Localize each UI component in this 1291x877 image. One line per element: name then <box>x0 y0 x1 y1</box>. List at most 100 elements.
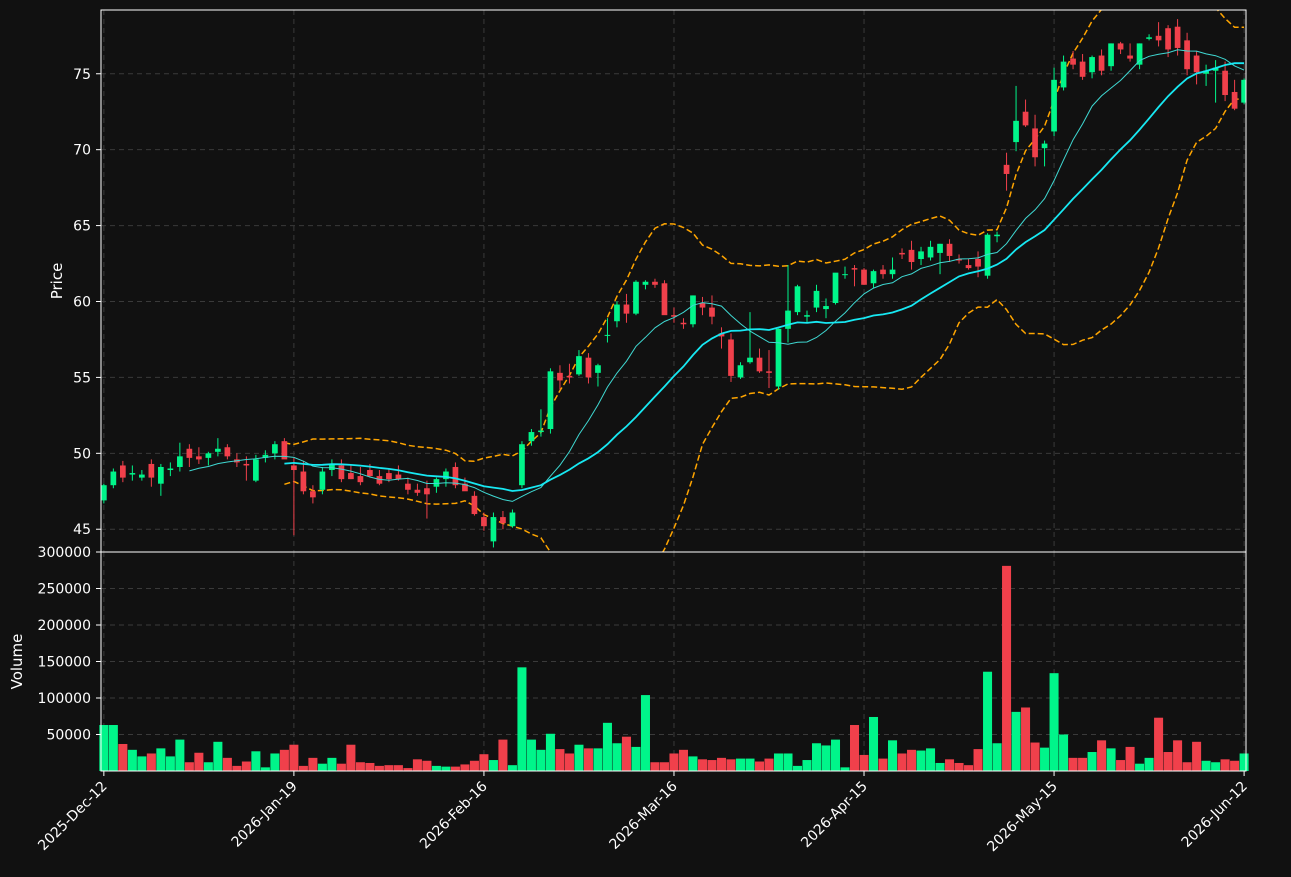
candle-body <box>1136 43 1143 65</box>
candle-body <box>110 471 117 486</box>
chart: 45 50 55 60 65 70 75 50000 100000 150000 200000 250… <box>0 0 1291 873</box>
volume-bar <box>184 762 194 771</box>
volume-bar <box>137 756 147 771</box>
volume-bar <box>821 745 831 771</box>
candle-body <box>1231 91 1238 109</box>
volume-bar <box>707 760 717 771</box>
candle-body <box>927 246 934 258</box>
volume-bar <box>374 765 384 771</box>
volume-bar <box>469 760 479 771</box>
volume-bar <box>346 744 356 771</box>
volume-bar <box>764 758 774 771</box>
volume-bar <box>441 766 451 771</box>
volume-bar <box>593 748 603 771</box>
candle-body <box>519 444 525 486</box>
volume-bar <box>1182 762 1192 771</box>
candle-body <box>196 456 202 460</box>
candle-body <box>186 448 193 458</box>
volume-bar <box>907 749 917 771</box>
candle-body <box>813 290 820 308</box>
candle-body <box>775 328 782 387</box>
candle-body <box>1155 35 1162 41</box>
volume-bar <box>1078 757 1088 771</box>
volume-bar <box>773 753 784 771</box>
candle-body <box>937 243 943 253</box>
volume-bar <box>1087 752 1097 771</box>
candle-body <box>471 495 478 515</box>
volume-axis-title: Volume <box>8 634 26 690</box>
volume-bar <box>431 765 441 771</box>
volume-bar <box>1106 748 1116 771</box>
candle-body <box>908 249 915 263</box>
candle-body <box>823 306 829 310</box>
candle-body <box>756 357 763 372</box>
volume-bar <box>859 754 869 771</box>
candle-body <box>272 444 278 454</box>
volume-bar <box>165 756 175 771</box>
volume-bar <box>327 757 337 771</box>
candle-body <box>1003 164 1010 174</box>
candle-body <box>300 471 307 492</box>
volume-bar <box>555 749 565 771</box>
candle-body <box>965 265 972 269</box>
candle-body <box>1193 55 1200 73</box>
volume-bar <box>127 749 137 771</box>
volume-bar <box>1239 753 1249 771</box>
candle-body <box>177 456 183 467</box>
volume-bar <box>241 761 251 771</box>
candle-body <box>699 303 706 308</box>
volume-bar <box>146 753 156 771</box>
candle-body <box>253 459 259 481</box>
volume-bar <box>317 763 327 771</box>
candle-body <box>481 517 487 527</box>
candle-body <box>709 307 715 317</box>
candle-body <box>633 281 639 314</box>
candle-body <box>975 258 981 267</box>
candle-body <box>747 357 753 363</box>
volume-bar <box>926 748 936 771</box>
candle-body <box>1146 37 1152 39</box>
volume-bar <box>802 760 812 771</box>
volume-bar <box>1220 759 1230 771</box>
volume-bar <box>118 743 128 771</box>
candle-body <box>500 517 506 524</box>
volume-bar <box>422 760 432 771</box>
candle-body <box>737 365 744 378</box>
candle-body <box>357 476 364 483</box>
candle-body <box>766 371 772 373</box>
volume-tick-label: 100000 <box>38 691 91 707</box>
volume-bar <box>726 759 736 771</box>
volume-bar <box>792 765 803 771</box>
candle-body <box>538 430 544 433</box>
candle-body <box>348 473 354 480</box>
volume-bar <box>1201 760 1211 771</box>
candle-body <box>310 491 316 498</box>
volume-bar <box>1011 711 1021 771</box>
candle-body <box>690 295 696 325</box>
candle-body <box>661 283 668 316</box>
candle-body <box>1165 28 1171 50</box>
volume-bar <box>270 753 280 771</box>
candle-body <box>243 463 250 466</box>
volume-bar <box>869 716 879 771</box>
volume-bar <box>412 759 422 771</box>
candle-body <box>794 286 801 313</box>
price-axis-title: Price <box>48 263 66 300</box>
candle-body <box>842 274 848 276</box>
candle-body <box>1060 61 1067 88</box>
volume-bar <box>194 752 204 771</box>
volume-bar <box>479 754 489 771</box>
volume-bar <box>260 767 270 771</box>
candle-body <box>405 483 411 490</box>
candle-body <box>880 269 886 275</box>
volume-bar <box>545 733 555 771</box>
volume-bar <box>1068 757 1078 771</box>
volume-bar <box>1002 565 1012 771</box>
chart-svg: 45 50 55 60 65 70 75 50000 100000 150000 200000 250… <box>0 0 1291 873</box>
candle-body <box>1098 55 1105 71</box>
candle-body <box>452 466 459 486</box>
candle-body <box>424 488 430 495</box>
volume-bar <box>640 695 650 771</box>
candle-body <box>205 453 212 458</box>
candle-body <box>1222 70 1228 96</box>
